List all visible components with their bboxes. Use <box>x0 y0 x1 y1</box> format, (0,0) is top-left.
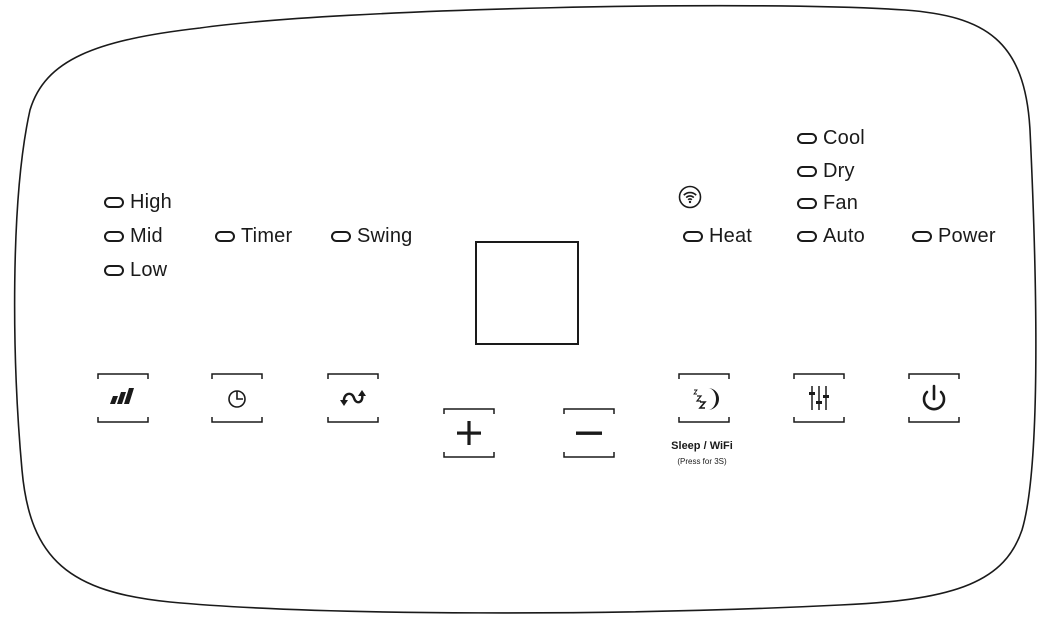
clock-icon <box>228 390 246 408</box>
label-auto: Auto <box>823 225 865 247</box>
led-power <box>912 230 932 242</box>
led-swing <box>331 230 351 242</box>
indicator-cool: Cool <box>797 125 865 151</box>
indicator-high: High <box>104 189 172 215</box>
wifi-icon <box>678 185 702 209</box>
led-auto <box>797 230 817 242</box>
led-dry <box>797 165 817 177</box>
indicator-fan: Fan <box>797 190 858 216</box>
timer-button[interactable] <box>210 371 264 425</box>
led-low <box>104 264 124 276</box>
led-heat <box>683 230 703 242</box>
moon-zz-icon <box>693 388 719 410</box>
label-dry: Dry <box>823 160 855 182</box>
led-high <box>104 196 124 208</box>
label-cool: Cool <box>823 127 865 149</box>
indicator-auto: Auto <box>797 223 865 249</box>
fan-speed-button[interactable] <box>96 371 150 425</box>
led-timer <box>215 230 235 242</box>
label-mid: Mid <box>130 225 163 247</box>
label-fan: Fan <box>823 192 859 214</box>
swing-arrows-icon <box>340 390 366 406</box>
indicator-low: Low <box>104 257 167 283</box>
label-heat: Heat <box>709 225 753 247</box>
swing-button[interactable] <box>326 371 380 425</box>
plus-icon <box>457 421 481 445</box>
label-timer: Timer <box>241 225 293 247</box>
indicator-swing: Swing <box>331 223 412 249</box>
indicator-mid: Mid <box>104 223 163 249</box>
power-button[interactable] <box>907 371 961 425</box>
sliders-icon <box>809 386 829 410</box>
led-mid <box>104 230 124 242</box>
label-low: Low <box>130 259 168 281</box>
minus-icon <box>576 431 602 435</box>
label-power: Power <box>938 225 996 247</box>
indicator-timer: Timer <box>215 223 292 249</box>
sleep-wifi-button[interactable] <box>677 371 731 425</box>
indicator-dry: Dry <box>797 158 855 184</box>
sleep-wifi-label: Sleep / WiFi <box>671 440 733 452</box>
mode-button[interactable] <box>792 371 846 425</box>
plus-button[interactable] <box>442 406 496 460</box>
led-fan <box>797 197 817 209</box>
fan-speed-bars-icon <box>110 388 134 404</box>
label-high: High <box>130 191 172 213</box>
digital-display <box>475 241 579 345</box>
label-swing: Swing <box>357 225 413 247</box>
indicator-heat: Heat <box>683 223 752 249</box>
sleep-wifi-note: (Press for 3S) <box>677 457 727 466</box>
indicator-power: Power <box>912 223 996 249</box>
minus-button[interactable] <box>562 406 616 460</box>
led-cool <box>797 132 817 144</box>
power-icon <box>922 384 946 411</box>
